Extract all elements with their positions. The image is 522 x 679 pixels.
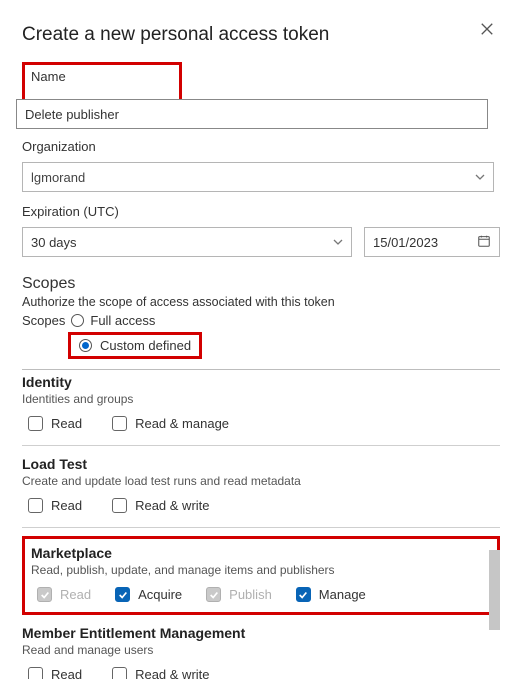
group-title: Load Test	[22, 456, 500, 472]
scopes-list: Identity Identities and groups Read Read…	[22, 369, 500, 679]
chk-marketplace-manage[interactable]: Manage	[296, 587, 366, 602]
group-title: Member Entitlement Management	[22, 625, 500, 641]
group-subtitle: Read and manage users	[22, 643, 500, 657]
group-member-entitlement: Member Entitlement Management Read and m…	[22, 615, 500, 679]
chevron-down-icon	[475, 170, 485, 185]
chk-loadtest-read[interactable]: Read	[28, 498, 82, 513]
name-label: Name	[31, 69, 173, 84]
organization-label: Organization	[22, 139, 500, 154]
highlight-custom: Custom defined	[68, 332, 202, 359]
chk-marketplace-read: Read	[37, 587, 91, 602]
group-subtitle: Read, publish, update, and manage items …	[31, 563, 491, 577]
calendar-icon	[477, 234, 491, 251]
chk-identity-read[interactable]: Read	[28, 416, 82, 431]
group-subtitle: Create and update load test runs and rea…	[22, 474, 500, 488]
radio-full-access[interactable]	[71, 314, 84, 327]
scopes-hint: Authorize the scope of access associated…	[22, 295, 500, 309]
chk-marketplace-acquire[interactable]: Acquire	[115, 587, 182, 602]
group-identity: Identity Identities and groups Read Read…	[22, 370, 500, 446]
chk-loadtest-write[interactable]: Read & write	[112, 498, 209, 513]
scopes-label: Scopes	[22, 313, 65, 328]
expiration-date-value: 15/01/2023	[373, 235, 438, 250]
highlight-marketplace: Marketplace Read, publish, update, and m…	[22, 536, 500, 615]
chk-mem-write[interactable]: Read & write	[112, 667, 209, 679]
group-title: Marketplace	[31, 545, 491, 561]
chk-mem-read[interactable]: Read	[28, 667, 82, 679]
radio-custom-defined[interactable]	[79, 339, 92, 352]
expiration-date-input[interactable]: 15/01/2023	[364, 227, 500, 257]
name-input[interactable]	[16, 99, 488, 129]
organization-value: lgmorand	[31, 170, 85, 185]
expiration-select[interactable]: 30 days	[22, 227, 352, 257]
radio-custom-defined-label: Custom defined	[100, 338, 191, 353]
chevron-down-icon	[333, 235, 343, 250]
scrollbar-thumb[interactable]	[489, 550, 500, 630]
page-title: Create a new personal access token	[22, 24, 500, 46]
organization-select[interactable]: lgmorand	[22, 162, 494, 192]
expiration-value: 30 days	[31, 235, 77, 250]
close-button[interactable]	[476, 18, 498, 40]
group-subtitle: Identities and groups	[22, 392, 500, 406]
group-loadtest: Load Test Create and update load test ru…	[22, 446, 500, 528]
scrollbar[interactable]	[489, 370, 500, 679]
scopes-heading: Scopes	[22, 275, 500, 293]
chk-marketplace-publish: Publish	[206, 587, 272, 602]
group-title: Identity	[22, 374, 500, 390]
close-icon	[480, 22, 494, 36]
radio-full-access-label: Full access	[90, 313, 155, 328]
expiration-label: Expiration (UTC)	[22, 204, 500, 219]
chk-identity-manage[interactable]: Read & manage	[112, 416, 229, 431]
